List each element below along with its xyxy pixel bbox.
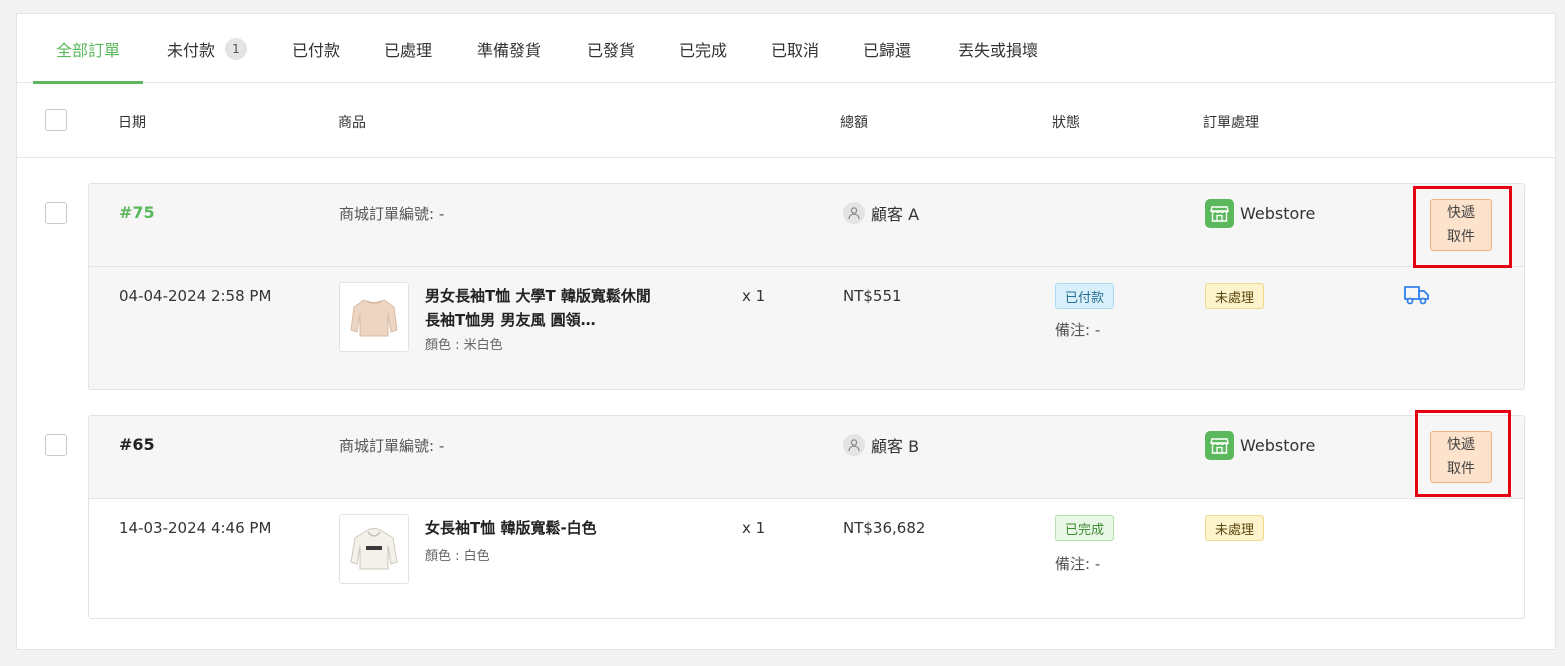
tab-label: 已發貨	[586, 40, 635, 60]
product-variant: 顏色 : 白色	[425, 549, 490, 564]
store-order-number: 商城訂單編號: -	[339, 205, 445, 223]
unpaid-count-badge: 1	[225, 37, 247, 60]
tab-label: 丟失或損壞	[957, 40, 1038, 60]
product-quantity: x 1	[742, 287, 766, 305]
tab-label: 準備發貨	[476, 40, 541, 60]
truck-icon[interactable]	[1403, 283, 1431, 311]
highlight-box	[1415, 410, 1511, 497]
header-status: 狀態	[1052, 115, 1080, 131]
hoodie-image	[350, 528, 398, 570]
payment-status-badge: 已完成	[1055, 515, 1115, 541]
order-card-header: #65 商城訂單編號: - 顧客 B Webstore 快遞 取件	[89, 416, 1524, 499]
order-checkbox[interactable]	[45, 434, 67, 456]
product-name-link[interactable]: 女長袖T恤 韓版寬鬆-白色	[425, 516, 665, 540]
product-quantity: x 1	[742, 519, 766, 537]
tab-label: 已處理	[383, 40, 432, 60]
tab-label: 已取消	[770, 40, 819, 60]
channel-name: Webstore	[1240, 436, 1316, 455]
order-checkbox[interactable]	[45, 202, 67, 224]
customer-name: 顧客 B	[871, 437, 920, 456]
customer-name: 顧客 A	[871, 205, 920, 224]
user-icon	[843, 434, 865, 456]
customer[interactable]: 顧客 A	[843, 201, 919, 225]
tab-ready-to-ship[interactable]: 準備發貨	[473, 14, 545, 83]
tab-shipped[interactable]: 已發貨	[584, 14, 638, 83]
tab-lost-or-damaged[interactable]: 丟失或損壞	[953, 14, 1043, 83]
order-amount: NT$551	[843, 287, 902, 305]
order-number-link[interactable]: #75	[119, 203, 155, 222]
orders-panel: 全部訂單 未付款 1 已付款 已處理 準備發貨 已發貨 已完成 已取消 已歸還 丟…	[16, 13, 1556, 650]
order-date: 04-04-2024 2:58 PM	[119, 287, 272, 305]
order-amount: NT$36,682	[843, 519, 926, 537]
tab-label: 未付款	[166, 40, 215, 60]
tab-processed[interactable]: 已處理	[381, 14, 435, 83]
highlight-box	[1413, 186, 1512, 268]
tab-returned[interactable]: 已歸還	[860, 14, 914, 83]
header-total: 總額	[840, 115, 868, 131]
sales-channel: Webstore	[1205, 199, 1315, 228]
order-card-header: #75 商城訂單編號: - 顧客 A Webstore 快遞 取件	[89, 184, 1524, 267]
select-all-checkbox[interactable]	[45, 109, 67, 131]
user-icon	[843, 202, 865, 224]
product-thumbnail[interactable]	[339, 514, 409, 584]
store-order-number: 商城訂單編號: -	[339, 437, 445, 455]
order-card: #65 商城訂單編號: - 顧客 B Webstore 快遞 取件 14-03-…	[88, 415, 1525, 619]
channel-name: Webstore	[1240, 204, 1316, 223]
order-number-link[interactable]: #65	[119, 435, 155, 454]
tab-all-orders[interactable]: 全部訂單	[33, 14, 143, 84]
table-header: 日期 商品 總額 狀態 訂單處理	[17, 83, 1555, 158]
processing-status-badge: 未處理	[1205, 283, 1265, 309]
storefront-icon	[1205, 431, 1234, 460]
storefront-icon	[1205, 199, 1234, 228]
payment-status-badge: 已付款	[1055, 283, 1115, 309]
product-variant: 顏色 : 米白色	[425, 338, 503, 353]
order-card-body: 04-04-2024 2:58 PM 男女長袖T恤 大學T 韓版寬鬆休閒長袖T恤…	[89, 267, 1524, 389]
order-note: 備注: -	[1055, 321, 1101, 339]
header-date: 日期	[118, 115, 146, 131]
tab-cancelled[interactable]: 已取消	[768, 14, 822, 83]
order-status-tabs: 全部訂單 未付款 1 已付款 已處理 準備發貨 已發貨 已完成 已取消 已歸還 丟…	[17, 14, 1555, 84]
order-note: 備注: -	[1055, 555, 1101, 573]
tab-label: 已歸還	[862, 40, 911, 60]
customer[interactable]: 顧客 B	[843, 433, 919, 457]
tab-label: 已完成	[678, 40, 727, 60]
order-card-body: 14-03-2024 4:46 PM 女長袖T恤 韓版寬鬆-白色 顏色 : 白色…	[89, 499, 1524, 618]
sweater-image	[350, 299, 398, 337]
header-order-processing: 訂單處理	[1203, 115, 1259, 131]
tab-unpaid[interactable]: 未付款 1	[163, 14, 251, 83]
sales-channel: Webstore	[1205, 431, 1315, 460]
product-name-link[interactable]: 男女長袖T恤 大學T 韓版寬鬆休閒長袖T恤男 男友風 圓領…	[425, 284, 665, 332]
tab-paid[interactable]: 已付款	[289, 14, 343, 83]
processing-status-badge: 未處理	[1205, 515, 1265, 541]
order-card: #75 商城訂單編號: - 顧客 A Webstore 快遞 取件 04-04-…	[88, 183, 1525, 390]
product-thumbnail[interactable]	[339, 282, 409, 352]
order-date: 14-03-2024 4:46 PM	[119, 519, 272, 537]
tab-label: 已付款	[291, 40, 340, 60]
tab-completed[interactable]: 已完成	[676, 14, 730, 83]
tab-label: 全部訂單	[55, 40, 120, 60]
header-product: 商品	[338, 115, 366, 131]
